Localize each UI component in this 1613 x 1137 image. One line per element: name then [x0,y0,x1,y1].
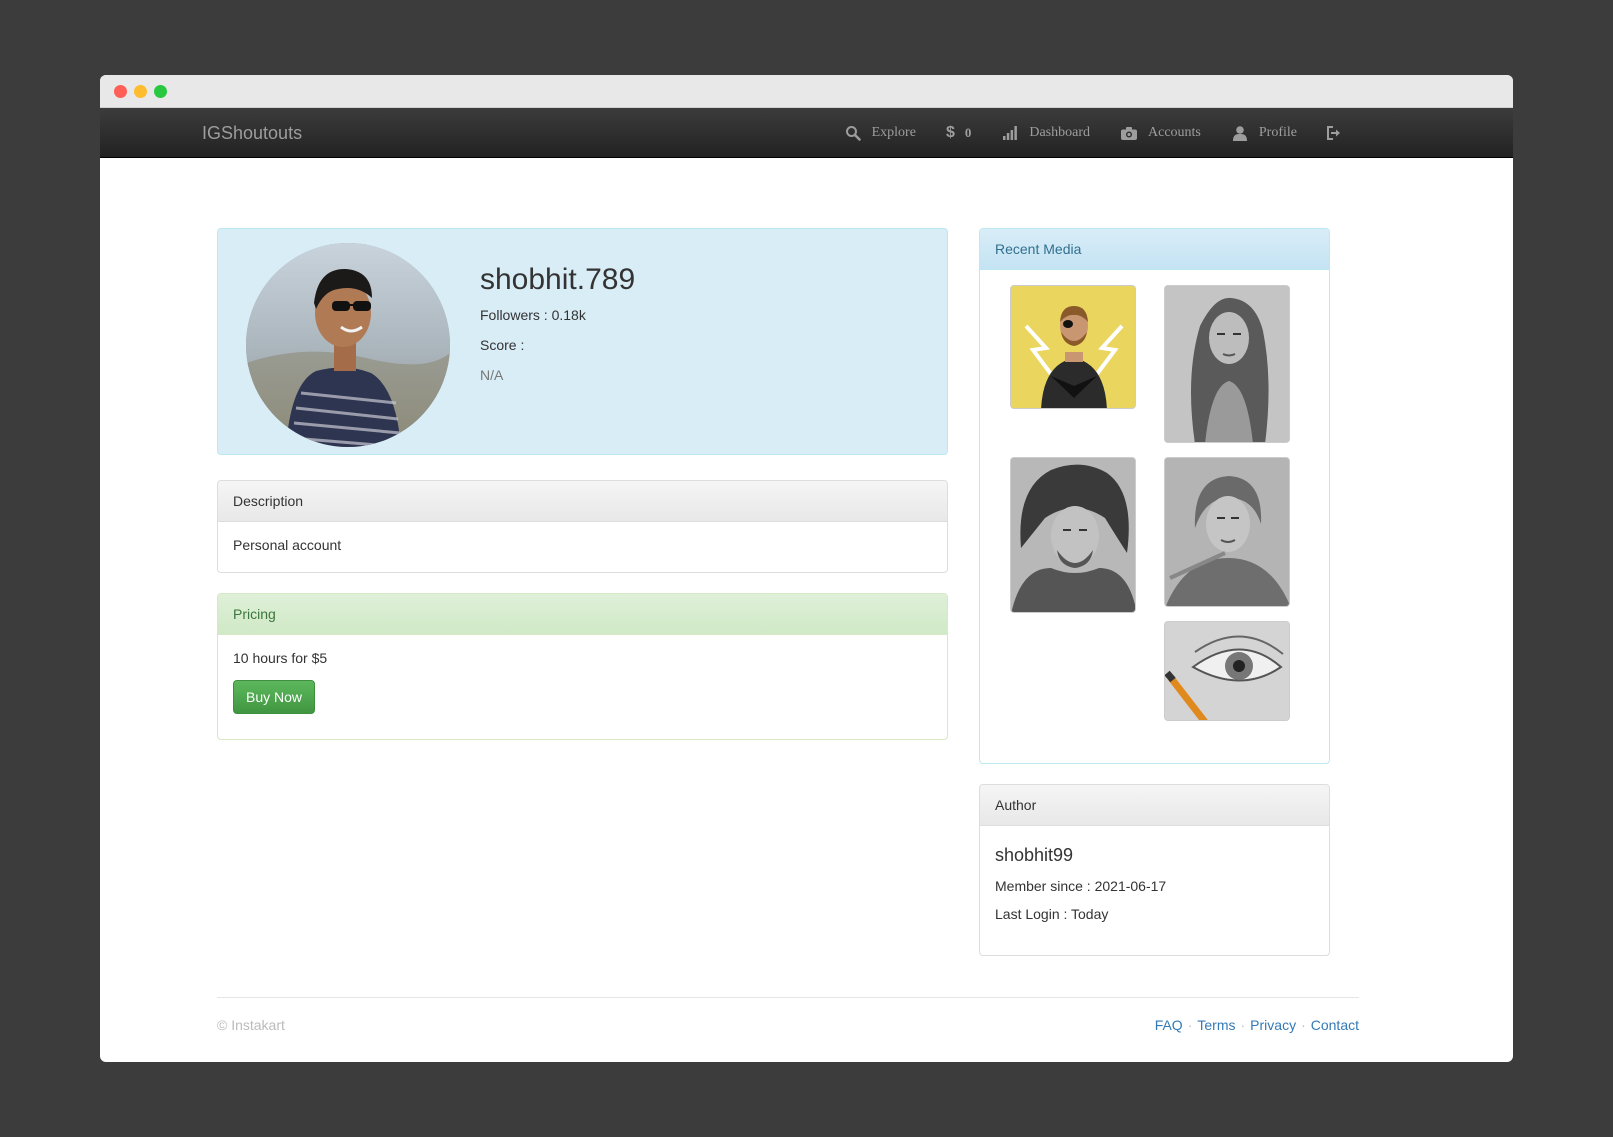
nav-item-accounts[interactable]: Accounts [1120,124,1201,142]
author-name: shobhit99 [995,845,1074,865]
media-thumbnail[interactable] [1010,457,1136,613]
footer-separator: · [1301,1017,1306,1033]
footer-copyright: © Instakart [217,1017,285,1033]
nav-item-logout[interactable] [1325,124,1343,142]
author-panel: Author shobhit99 Member since : 2021-06-… [979,784,1330,956]
nav-item-explore[interactable]: Explore [844,124,916,142]
recent-media-panel: Recent Media [979,228,1330,764]
pricing-text: 10 hours for $5 [233,650,328,666]
media-thumbnail[interactable] [1164,457,1290,607]
media-thumbnail[interactable] [1010,285,1136,409]
footer-divider [217,997,1359,998]
author-last-login: Last Login : Today [995,906,1109,922]
nav-item-label: Dashboard [1029,125,1090,140]
dollar-icon: $ [945,124,955,141]
description-panel: Description Personal account [217,480,948,573]
minimize-window-button[interactable] [134,85,147,98]
footer-link-terms[interactable]: Terms [1197,1017,1235,1033]
nav-item-label: Accounts [1148,125,1201,140]
footer-link-privacy[interactable]: Privacy [1250,1017,1296,1033]
search-icon [844,124,862,142]
nav-item-balance[interactable]: $ 0 [946,124,971,142]
footer-link-contact[interactable]: Contact [1311,1017,1359,1033]
recent-media-heading: Recent Media [980,229,1329,270]
footer-links: FAQ · Terms · Privacy · Contact [1155,1017,1359,1033]
author-heading: Author [980,785,1329,826]
buy-now-button[interactable]: Buy Now [233,680,316,714]
footer-separator: · [1240,1017,1246,1033]
profile-score-value: N/A [480,367,504,383]
navbar: IGShoutouts Explore $ 0 Dashboard Accoun… [100,108,1513,158]
bar-chart-icon [1001,124,1019,142]
pricing-heading: Pricing [218,594,947,635]
window-titlebar [100,75,1513,108]
author-member-since: Member since : 2021-06-17 [995,878,1167,894]
balance-value: 0 [964,125,972,140]
profile-card: shobhit.789 Followers : 0.18k Score : N/… [217,228,948,455]
nav-item-label: Explore [871,125,916,140]
media-thumbnail[interactable] [1164,621,1290,721]
nav-menu: Explore $ 0 Dashboard Accounts Profile [814,108,1343,158]
pricing-panel: Pricing 10 hours for $5 Buy Now [217,593,948,740]
nav-item-profile[interactable]: Profile [1231,124,1297,142]
profile-followers: Followers : 0.18k [480,307,586,323]
profile-avatar [246,243,450,447]
footer-separator: · [1187,1017,1193,1033]
footer-link-faq[interactable]: FAQ [1155,1017,1183,1033]
brand-link[interactable]: IGShoutouts [202,123,302,144]
media-thumbnail[interactable] [1164,285,1290,443]
profile-score-label: Score : [480,337,525,353]
logout-icon [1325,124,1343,142]
browser-window: IGShoutouts Explore $ 0 Dashboard Accoun… [100,75,1513,1062]
close-window-button[interactable] [114,85,127,98]
nav-item-dashboard[interactable]: Dashboard [1001,124,1090,142]
nav-item-label: Profile [1258,125,1297,140]
profile-username: shobhit.789 [480,263,636,296]
maximize-window-button[interactable] [154,85,167,98]
description-text: Personal account [233,537,342,553]
user-icon [1231,124,1249,142]
description-heading: Description [218,481,947,522]
camera-icon [1120,124,1138,142]
